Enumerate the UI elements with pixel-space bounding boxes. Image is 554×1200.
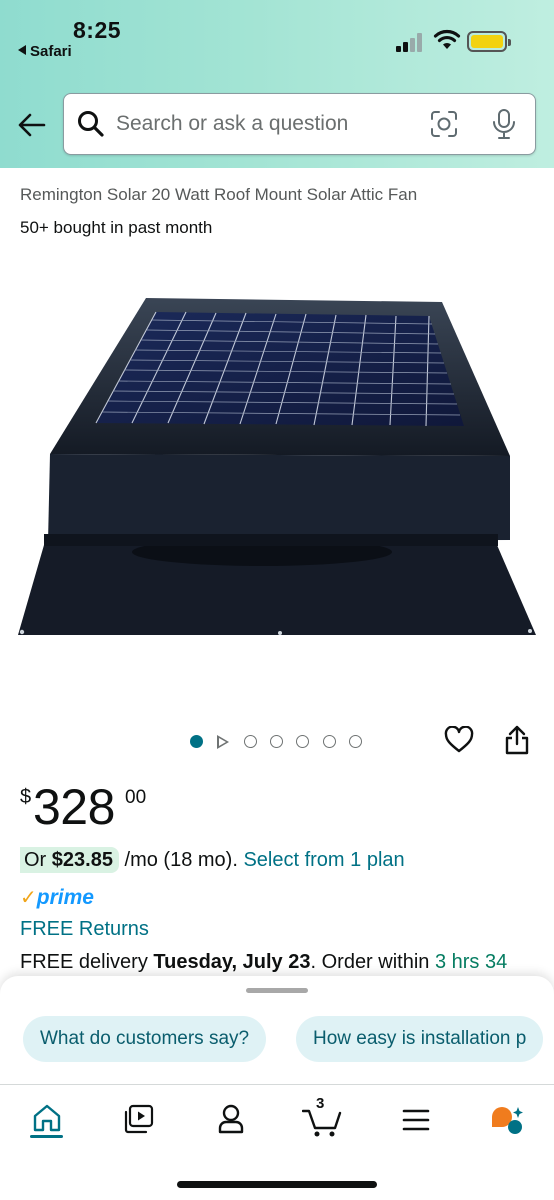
carousel-dot[interactable]: [323, 735, 336, 748]
back-triangle-icon: [18, 45, 26, 55]
monthly-amount: $23.85: [51, 849, 113, 871]
battery-icon: [467, 31, 511, 52]
camera-lens-icon[interactable]: [430, 110, 458, 138]
video-play-icon[interactable]: [217, 735, 229, 749]
delivery-date: Tuesday, July 23: [153, 951, 311, 973]
home-indicator: [177, 1181, 377, 1188]
search-input[interactable]: [116, 108, 406, 140]
price-fraction: 00: [125, 787, 147, 808]
share-icon[interactable]: [504, 724, 530, 756]
cart-button[interactable]: 3: [302, 1095, 342, 1137]
microphone-icon[interactable]: [491, 108, 517, 140]
free-returns-link[interactable]: FREE Returns: [20, 918, 149, 941]
prime-check-icon: ✓: [20, 887, 37, 909]
carousel-dot[interactable]: [349, 735, 362, 748]
carousel-dot[interactable]: [270, 735, 283, 748]
person-icon[interactable]: [217, 1103, 245, 1135]
cart-icon: [302, 1109, 342, 1137]
signal-icon: [396, 32, 426, 52]
search-bar[interactable]: [63, 93, 536, 155]
carousel-dot[interactable]: [190, 735, 203, 748]
video-icon[interactable]: [123, 1103, 155, 1135]
financing-offer: Or $23.85 /mo (18 mo). Select from 1 pla…: [20, 847, 405, 873]
back-app-label: Safari: [30, 43, 72, 60]
carousel-dot[interactable]: [296, 735, 309, 748]
price-whole: 328: [33, 779, 115, 835]
delivery-middle: . Order within: [310, 951, 435, 973]
bought-count: 50+ bought in past month: [20, 218, 213, 237]
heart-icon[interactable]: [444, 726, 474, 754]
sheet-drag-handle[interactable]: [246, 988, 308, 993]
back-to-safari-link[interactable]: Safari: [18, 43, 72, 60]
ai-assistant-icon[interactable]: [489, 1105, 525, 1137]
question-chip[interactable]: How easy is installation p: [296, 1016, 544, 1062]
delivery-info: FREE delivery Tuesday, July 23. Order wi…: [20, 951, 507, 974]
product-title[interactable]: Remington Solar 20 Watt Roof Mount Solar…: [20, 185, 417, 205]
order-countdown: 3 hrs 34: [434, 951, 508, 973]
menu-icon[interactable]: [402, 1109, 430, 1131]
active-tab-indicator: [30, 1135, 63, 1138]
price-currency: $: [20, 786, 32, 808]
back-arrow-icon[interactable]: [17, 110, 47, 140]
search-icon: [78, 111, 104, 137]
header: 8:25 Safari: [0, 0, 554, 168]
home-icon[interactable]: [32, 1103, 62, 1133]
prime-label: prime: [36, 886, 94, 909]
suggested-questions-sheet: What do customers say? How easy is insta…: [0, 976, 554, 1084]
prime-badge: ✓prime: [20, 885, 94, 910]
status-time: 8:25: [73, 17, 122, 43]
delivery-prefix: FREE delivery: [20, 951, 154, 973]
wifi-icon: [433, 29, 461, 49]
product-image[interactable]: [14, 290, 540, 650]
select-plan-link[interactable]: Select from 1 plan: [243, 849, 404, 871]
bottom-tab-bar: 3: [0, 1084, 554, 1200]
financing-term: /mo (18 mo).: [118, 849, 244, 871]
financing-prefix: Or: [24, 849, 52, 871]
carousel-dot[interactable]: [244, 735, 257, 748]
question-chip[interactable]: What do customers say?: [23, 1016, 267, 1062]
monthly-payment-chip: Or $23.85: [20, 847, 119, 873]
